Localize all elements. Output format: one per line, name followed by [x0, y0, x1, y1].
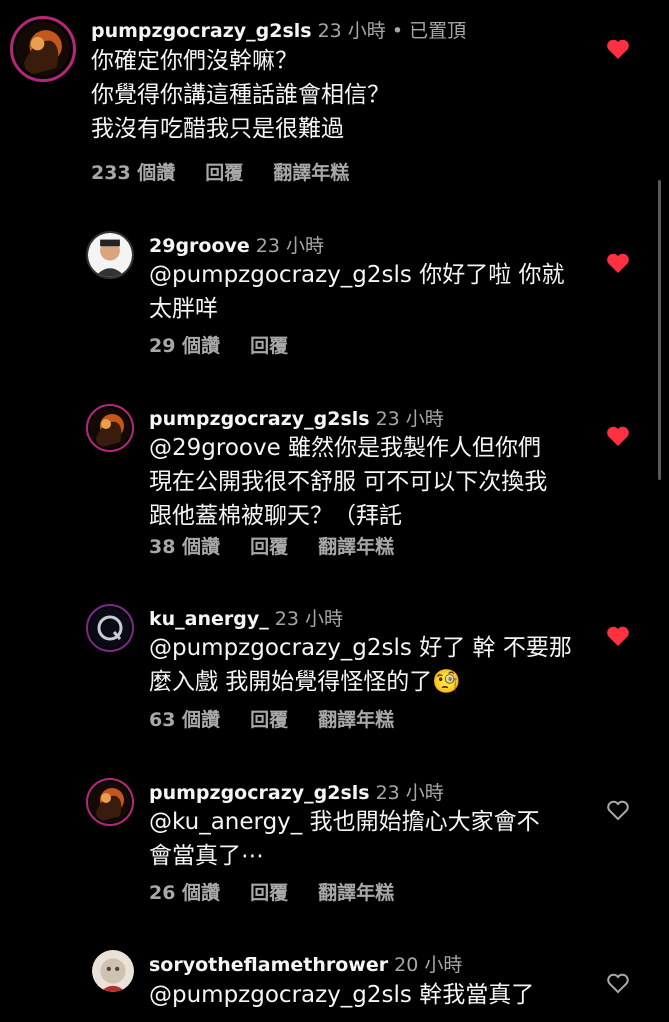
comment-text-line: @ku_anergy_ 我也開始擔心大家會不 [149, 809, 540, 835]
comment-text-line: 我沒有吃醋我只是很難過 [91, 116, 344, 142]
timestamp: 23 小時 [375, 408, 444, 430]
comment-text-line: @pumpzgocrazy_g2sls 幹我當真了 [149, 982, 535, 1008]
likes-count[interactable]: 233 個讚 [91, 162, 175, 184]
avatar[interactable] [92, 950, 134, 992]
translate-button[interactable]: 翻譯年糕 [318, 882, 394, 904]
username[interactable]: pumpzgocrazy_g2sls [91, 20, 312, 42]
scrollbar[interactable] [658, 180, 661, 480]
reply-button[interactable]: 回覆 [250, 882, 288, 904]
timestamp: 23 小時 • 已置頂 [317, 20, 467, 42]
username[interactable]: pumpzgocrazy_g2sls [149, 782, 370, 804]
likes-count[interactable]: 26 個讚 [149, 882, 220, 904]
heart-outline-icon[interactable] [606, 799, 630, 821]
comment-text-line: 麼入戲 我開始覺得怪怪的了🧐 [149, 669, 461, 695]
translate-button[interactable]: 翻譯年糕 [273, 162, 349, 184]
comment-text-line: 你覺得你講這種話誰會相信？ [91, 82, 390, 108]
comment-text-line: 會當真了⋯ [149, 843, 264, 869]
likes-count[interactable]: 63 個讚 [149, 709, 220, 731]
username[interactable]: pumpzgocrazy_g2sls [149, 408, 370, 430]
reply-button[interactable]: 回覆 [250, 536, 288, 558]
username[interactable]: soryotheflamethrower [149, 954, 388, 976]
comment-text-line: 跟他蓋棉被聊天？（拜託 [149, 503, 402, 529]
comment-text-line: @29groove 雖然你是我製作人但你們 [149, 435, 542, 461]
comment-text-line: 你確定你們沒幹嘛？ [91, 48, 298, 74]
comment-text-line: 現在公開我很不舒服 可不可以下次換我 [149, 469, 548, 495]
reply-button[interactable]: 回覆 [205, 162, 243, 184]
timestamp: 20 小時 [394, 954, 463, 976]
reply-button[interactable]: 回覆 [250, 709, 288, 731]
reply-button[interactable]: 回覆 [250, 335, 288, 357]
avatar[interactable] [86, 778, 134, 826]
avatar[interactable] [86, 604, 134, 652]
translate-button[interactable]: 翻譯年糕 [318, 536, 394, 558]
heart-filled-icon[interactable] [606, 625, 630, 647]
heart-filled-icon[interactable] [606, 425, 630, 447]
timestamp: 23 小時 [274, 608, 343, 630]
comment-text-line: @pumpzgocrazy_g2sls 好了 幹 不要那 [149, 635, 572, 661]
username[interactable]: 29groove [149, 235, 250, 257]
likes-count[interactable]: 38 個讚 [149, 536, 220, 558]
avatar[interactable] [86, 231, 134, 279]
likes-count[interactable]: 29 個讚 [149, 335, 220, 357]
heart-filled-icon[interactable] [606, 38, 630, 60]
comment-text-line: @pumpzgocrazy_g2sls 你好了啦 你就 [149, 262, 565, 288]
avatar[interactable] [10, 16, 76, 82]
comment-text-line: 太胖咩 [149, 296, 218, 322]
timestamp: 23 小時 [255, 235, 325, 257]
avatar[interactable] [86, 404, 134, 452]
timestamp: 23 小時 [375, 782, 444, 804]
translate-button[interactable]: 翻譯年糕 [318, 709, 394, 731]
username[interactable]: ku_anergy_ [149, 608, 269, 630]
heart-outline-icon[interactable] [606, 972, 630, 994]
heart-filled-icon[interactable] [606, 252, 630, 274]
